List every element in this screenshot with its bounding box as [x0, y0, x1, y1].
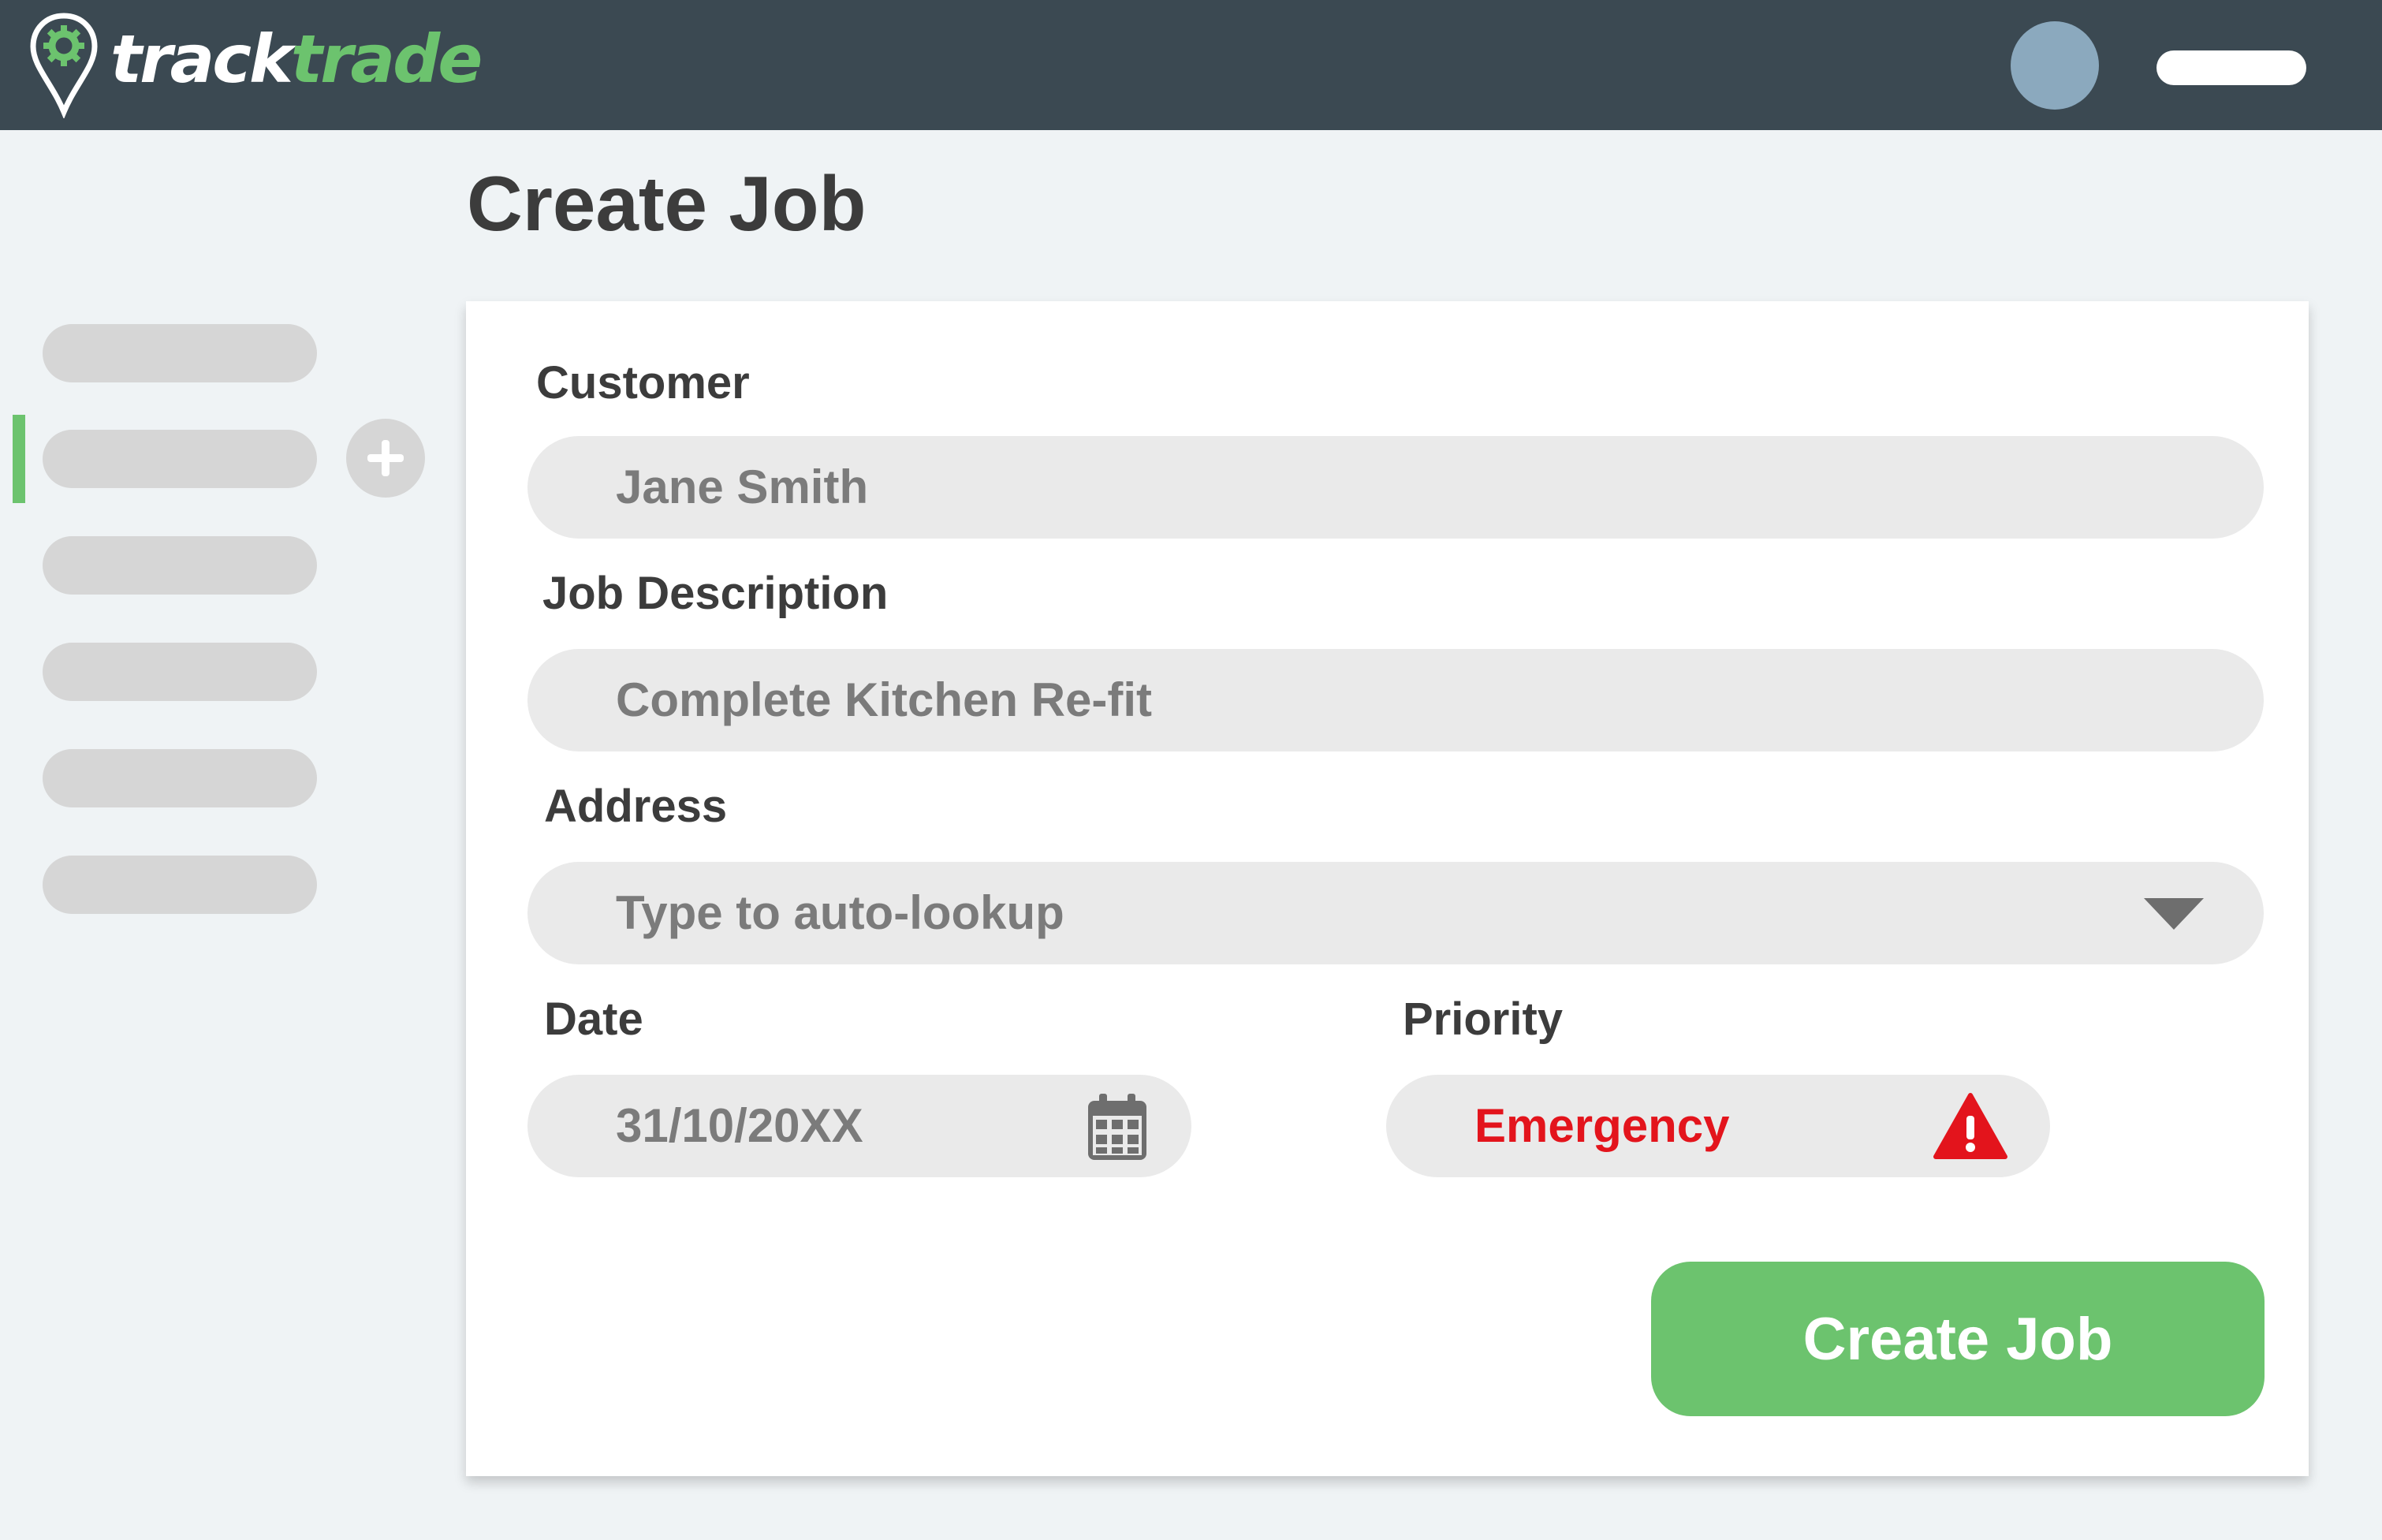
plus-icon	[367, 440, 404, 476]
user-menu-button[interactable]	[2156, 50, 2306, 85]
logo-text-trade: trade	[290, 21, 483, 98]
chevron-down-icon[interactable]	[2144, 898, 2204, 930]
date-label: Date	[544, 994, 643, 1045]
priority-label: Priority	[1403, 994, 1564, 1045]
calendar-icon[interactable]	[1088, 1094, 1146, 1160]
job-description-label: Job Description	[542, 568, 889, 619]
add-button[interactable]	[346, 419, 425, 498]
priority-value: Emergency	[1474, 1099, 1730, 1152]
date-value: 31/10/20XX	[616, 1099, 863, 1152]
logo-wordmark: tracktrade	[110, 26, 483, 92]
app-logo[interactable]: tracktrade	[28, 11, 483, 118]
create-job-button[interactable]: Create Job	[1651, 1262, 2265, 1416]
address-label: Address	[544, 781, 728, 832]
job-description-value: Complete Kitchen Re-fit	[616, 673, 1153, 726]
sidebar-item-1[interactable]	[43, 324, 317, 382]
sidebar-active-indicator	[13, 415, 25, 503]
app-root: tracktrade Create Job Customer Jane Smit…	[0, 0, 2382, 1540]
page-title: Create Job	[467, 160, 867, 247]
warning-icon	[1933, 1093, 2007, 1159]
map-pin-gear-icon	[30, 13, 98, 118]
customer-label: Customer	[536, 357, 750, 408]
sidebar-item-4[interactable]	[43, 643, 317, 701]
priority-field[interactable]: Emergency	[1386, 1075, 2050, 1177]
customer-field[interactable]: Jane Smith	[527, 436, 2264, 539]
sidebar-item-6[interactable]	[43, 856, 317, 914]
date-field[interactable]: 31/10/20XX	[527, 1075, 1191, 1177]
sidebar-item-2-active[interactable]	[43, 430, 317, 488]
sidebar-item-3[interactable]	[43, 536, 317, 595]
top-bar: tracktrade	[0, 0, 2382, 130]
address-field[interactable]: Type to auto-lookup	[527, 862, 2264, 964]
user-avatar[interactable]	[2011, 21, 2099, 110]
logo-text-track: track	[110, 21, 293, 98]
sidebar-item-5[interactable]	[43, 749, 317, 807]
address-placeholder: Type to auto-lookup	[616, 886, 1064, 939]
create-job-form-card: Customer Jane Smith Job Description Comp…	[466, 301, 2309, 1476]
job-description-field[interactable]: Complete Kitchen Re-fit	[527, 649, 2264, 751]
customer-value: Jane Smith	[616, 461, 869, 513]
